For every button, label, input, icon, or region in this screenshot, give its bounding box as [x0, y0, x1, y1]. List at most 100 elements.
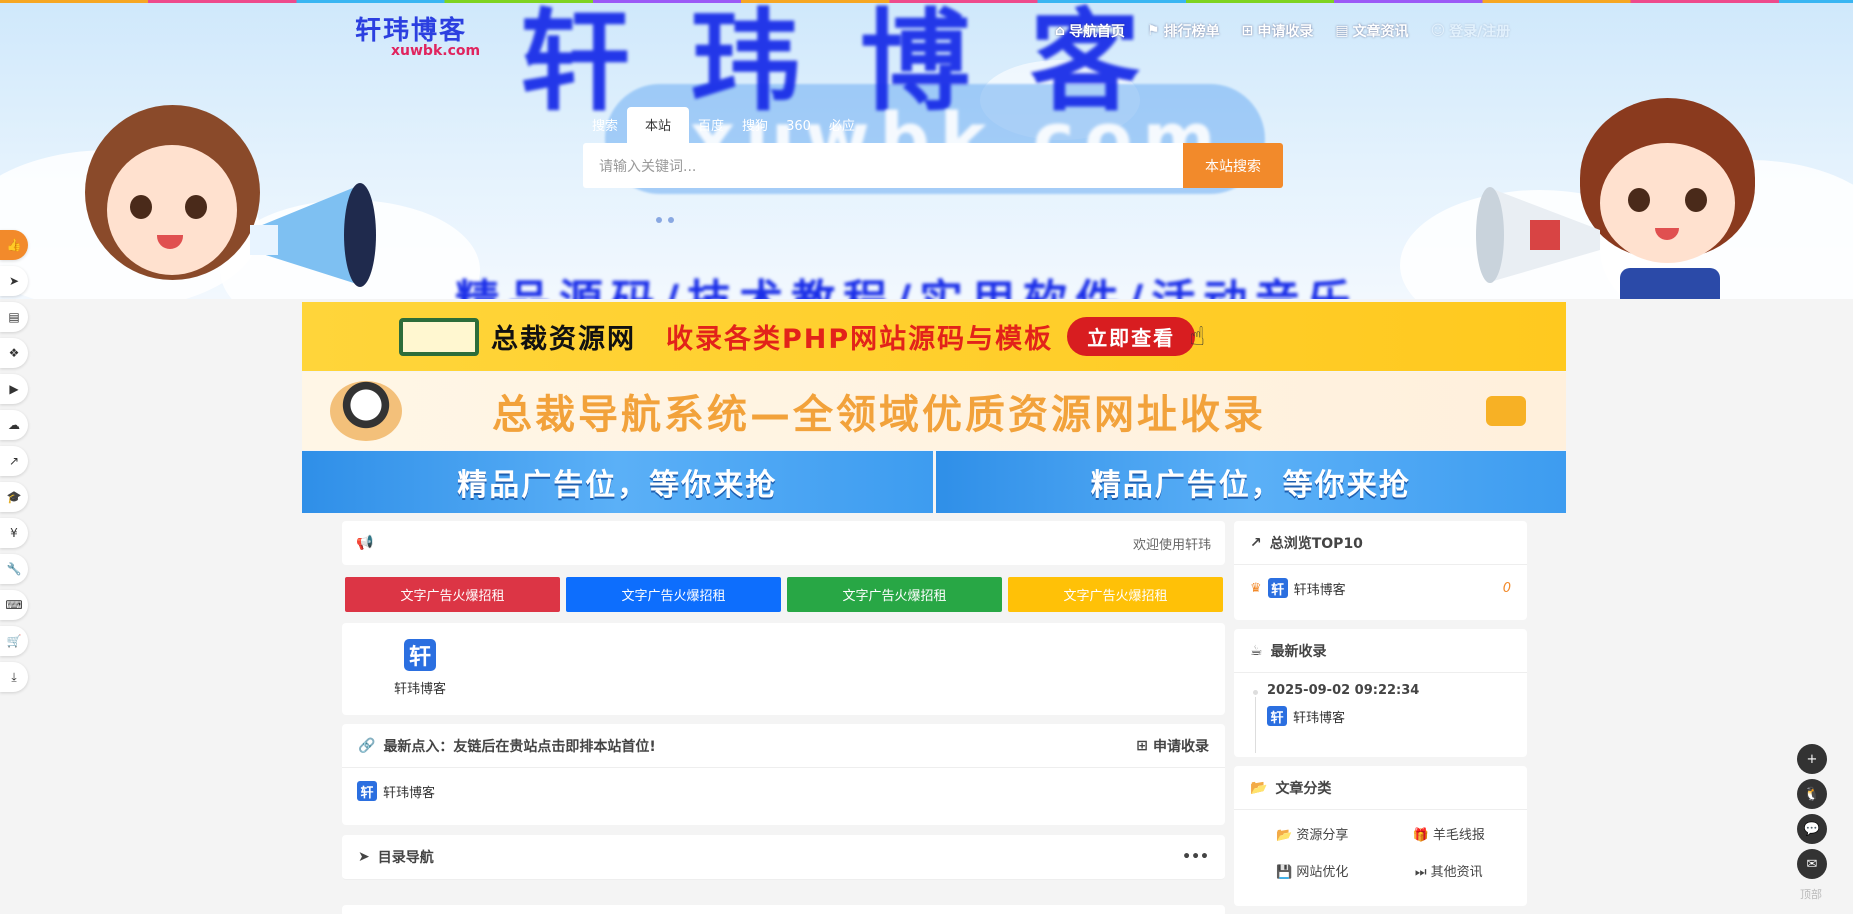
cubes-icon[interactable]: ❖: [0, 338, 28, 368]
save-icon: 💾: [1276, 865, 1293, 880]
site-name: 轩玮博客: [1293, 582, 1346, 598]
cart-icon[interactable]: 🛒: [0, 626, 28, 656]
next-panel: [342, 905, 1225, 914]
wechat-icon[interactable]: 💬: [1797, 814, 1827, 844]
download-icon[interactable]: ⤓: [0, 662, 28, 692]
home-icon: ⌂: [1055, 23, 1066, 39]
chart-line-icon[interactable]: ↗: [0, 446, 28, 476]
site-logo[interactable]: 轩玮博客 xuwbk.com: [355, 10, 485, 60]
ad-slot-right[interactable]: 精品广告位，等你来抢: [935, 451, 1566, 513]
left-float-bar: 👍 ➤ ▤ ❖ ▶ ☁ ↗ 🎓 ¥ 🔧 ⌨ 🛒 ⤓: [0, 230, 28, 698]
banner1-title: 总裁资源网: [491, 324, 636, 355]
site-card[interactable]: 轩 轩玮博客: [390, 639, 450, 697]
megaphone-left: [250, 183, 376, 287]
cloud-icon[interactable]: ☁: [0, 410, 28, 440]
category-label: 羊毛线报: [1432, 828, 1485, 843]
top-navigation: ⌂ 导航首页 ⚑ 排行榜单 ⊞ 申请收录 ▤ 文章资讯 ☺ 登录/注册: [1055, 21, 1510, 41]
list-item[interactable]: 轩 轩玮博客: [1267, 706, 1511, 726]
timeline-dot: [1251, 688, 1260, 697]
list-item[interactable]: 轩 轩玮博客: [342, 768, 1225, 814]
banner1-text: 收录各类PHP网站源码与模板: [666, 324, 1054, 355]
site-name: 轩玮博客: [1293, 710, 1346, 726]
notice-bar: 📢 欢迎使用轩玮: [342, 521, 1225, 565]
qq-icon[interactable]: 🐧: [1797, 779, 1827, 809]
ad-banner-zongcai-resource[interactable]: 总裁资源网 收录各类PHP网站源码与模板 立即查看 ☝: [302, 302, 1566, 371]
search-input[interactable]: 请输入关键词...: [583, 143, 1183, 188]
nav-home[interactable]: ⌂ 导航首页: [1055, 21, 1125, 41]
link-icon: 🔗: [358, 737, 376, 754]
site-name: 轩玮博客: [393, 682, 446, 697]
right-float-bar: + 🐧 💬 ✉: [1797, 744, 1827, 884]
view-count: 0: [1502, 580, 1511, 596]
plus-square-icon[interactable]: +: [1797, 744, 1827, 774]
featured-sites: 轩 轩玮博客: [342, 623, 1225, 715]
chart-line-icon: ↗: [1250, 534, 1262, 551]
megaphone-right: [1476, 187, 1600, 283]
text-ads: 文字广告火爆招租 文字广告火爆招租 文字广告火爆招租 文字广告火爆招租: [345, 577, 1223, 612]
mail-icon[interactable]: ✉: [1797, 849, 1827, 879]
tab-baidu[interactable]: 百度: [689, 115, 733, 143]
category-resource-share[interactable]: 📂 资源分享: [1244, 824, 1381, 843]
thumbs-up-icon: [1486, 396, 1526, 426]
back-to-top[interactable]: 顶部: [1800, 886, 1822, 902]
thumbs-up-icon[interactable]: 👍: [0, 230, 28, 260]
text-ad-3[interactable]: 文字广告火爆招租: [787, 577, 1002, 612]
search-engine-tabs: 搜索 本站 百度 搜狗 360 必应: [583, 107, 1283, 143]
yen-icon[interactable]: ¥: [0, 518, 28, 548]
penguin-mascot-icon: [330, 381, 402, 441]
nav-login[interactable]: ☺ 登录/注册: [1431, 21, 1511, 41]
paper-plane-icon[interactable]: ➤: [0, 266, 28, 296]
banner1-cta: 立即查看: [1067, 317, 1196, 356]
nav-home-label: 导航首页: [1069, 24, 1126, 40]
ad-banner-slots: 精品广告位，等你来抢 精品广告位，等你来抢: [302, 451, 1566, 513]
text-ad-2[interactable]: 文字广告火爆招租: [566, 577, 781, 612]
apply-label: 申请收录: [1153, 738, 1209, 755]
nav-apply[interactable]: ⊞ 申请收录: [1242, 21, 1314, 41]
apply-inclusion-link[interactable]: ⊞ 申请收录: [1136, 736, 1209, 756]
directory-nav-title: 目录导航: [377, 850, 434, 866]
search-box: 搜索 本站 百度 搜狗 360 必应 请输入关键词... 本站搜索: [583, 107, 1283, 188]
list-item[interactable]: ♛ 轩 轩玮博客 0: [1234, 565, 1527, 611]
tab-bing[interactable]: 必应: [820, 115, 864, 143]
tab-site[interactable]: 本站: [627, 107, 690, 143]
wrench-icon[interactable]: 🔧: [0, 554, 28, 584]
site-favicon: 轩: [1267, 706, 1287, 726]
plus-square-icon: ⊞: [1136, 737, 1148, 754]
flag-icon: ⚑: [1147, 23, 1160, 39]
recent-title: 最新收录: [1270, 643, 1327, 660]
category-other[interactable]: ⏭ 其他资讯: [1381, 861, 1518, 880]
latest-clicks-title: 最新点入：友链后在贵站点击即排本站首位!: [383, 738, 656, 755]
category-label: 资源分享: [1296, 828, 1349, 843]
book-icon: ▤: [1335, 23, 1349, 39]
recent-date: 2025-09-02 09:22:34: [1267, 683, 1420, 698]
nav-ranking[interactable]: ⚑ 排行榜单: [1147, 21, 1220, 41]
search-button[interactable]: 本站搜索: [1183, 143, 1283, 188]
carousel-dots[interactable]: [656, 217, 674, 223]
nav-articles[interactable]: ▤ 文章资讯: [1335, 21, 1408, 41]
categories-title: 文章分类: [1275, 780, 1332, 797]
ad-banner-zongcai-nav[interactable]: 总裁导航系统—全领域优质资源网址收录: [302, 372, 1566, 450]
more-icon[interactable]: •••: [1182, 849, 1209, 865]
graduation-cap-icon[interactable]: 🎓: [0, 482, 28, 512]
tab-360[interactable]: 360: [777, 119, 820, 143]
site-favicon: 轩: [404, 639, 436, 671]
category-seo[interactable]: 💾 网站优化: [1244, 861, 1381, 880]
category-deals[interactable]: 🎁 羊毛线报: [1381, 824, 1518, 843]
text-ad-4[interactable]: 文字广告火爆招租: [1008, 577, 1223, 612]
folder-open-icon: 📂: [1250, 779, 1268, 796]
file-icon[interactable]: ▤: [0, 302, 28, 332]
top10-panel: ↗ 总浏览TOP10 ♛ 轩 轩玮博客 0: [1234, 521, 1527, 620]
tab-sogou[interactable]: 搜狗: [733, 115, 777, 143]
banner2-text: 总裁导航系统—全领域优质资源网址收录: [492, 392, 1266, 438]
keyboard-icon[interactable]: ⌨: [0, 590, 28, 620]
category-label: 其他资讯: [1430, 865, 1483, 880]
ad-slot-left[interactable]: 精品广告位，等你来抢: [302, 451, 933, 513]
nav-login-label: 登录/注册: [1449, 24, 1511, 40]
crown-icon: ♛: [1250, 580, 1262, 596]
folder-open-icon: 📂: [1276, 828, 1293, 843]
plus-square-icon: ⊞: [1241, 23, 1254, 39]
text-ad-1[interactable]: 文字广告火爆招租: [345, 577, 560, 612]
gift-icon: 🎁: [1412, 828, 1429, 843]
youtube-icon[interactable]: ▶: [0, 374, 28, 404]
tab-search[interactable]: 搜索: [583, 115, 627, 143]
